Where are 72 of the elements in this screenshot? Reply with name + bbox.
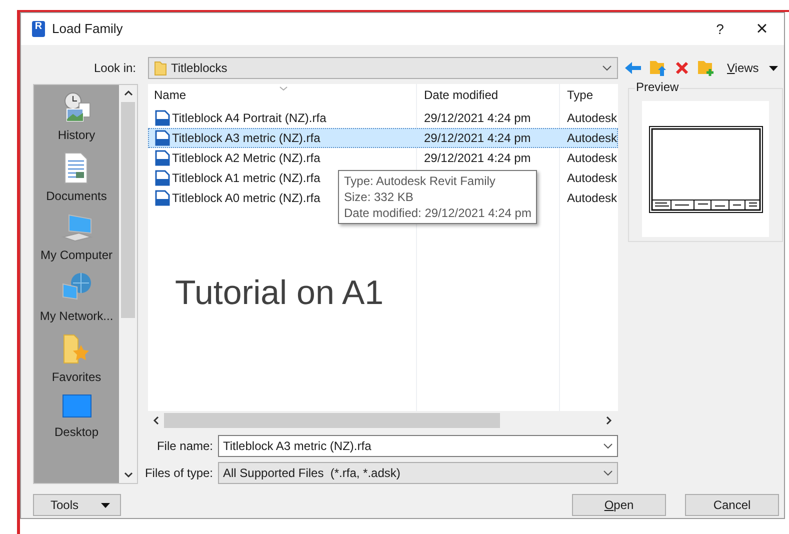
file-type: Autodesk bbox=[567, 191, 618, 205]
caret-icon bbox=[100, 502, 110, 508]
date-modified: 29/12/2021 4:24 pm bbox=[424, 131, 531, 145]
scroll-left-icon[interactable] bbox=[153, 416, 159, 425]
folder-icon bbox=[154, 60, 167, 76]
file-name[interactable]: Titleblock A0 metric (NZ).rfa bbox=[172, 189, 320, 207]
open-button[interactable]: Open bbox=[572, 494, 666, 516]
chevron-down-icon bbox=[603, 470, 613, 476]
scroll-thumb[interactable] bbox=[121, 102, 135, 318]
column-header[interactable]: Name bbox=[148, 86, 417, 104]
scroll-up-icon[interactable] bbox=[124, 90, 132, 96]
scroll-thumb[interactable] bbox=[164, 413, 500, 428]
chevron-down-icon bbox=[602, 65, 612, 71]
file-icon bbox=[155, 130, 170, 146]
places-item[interactable]: Desktop bbox=[54, 394, 99, 441]
places-item[interactable]: History bbox=[58, 91, 96, 144]
file-type: Autodesk bbox=[567, 151, 618, 165]
folder-star-icon bbox=[62, 333, 90, 365]
cancel-button[interactable]: Cancel bbox=[685, 494, 779, 516]
file-icon bbox=[155, 150, 170, 166]
preview-label: Preview bbox=[635, 80, 680, 94]
places-item[interactable]: Documents bbox=[46, 152, 107, 205]
places-item[interactable]: My Computer bbox=[40, 213, 113, 264]
app-icon: R bbox=[32, 21, 45, 37]
caret-icon bbox=[768, 66, 778, 70]
scroll-right-icon[interactable] bbox=[606, 416, 612, 425]
vertical-scrollbar[interactable] bbox=[119, 85, 137, 483]
tooltip-line: Size: 332 KB bbox=[344, 189, 414, 205]
computer-icon bbox=[60, 213, 92, 243]
file-name[interactable]: Titleblock A2 Metric (NZ).rfa bbox=[172, 149, 320, 167]
close-button[interactable]: × bbox=[740, 15, 784, 43]
column-header[interactable]: Date modified bbox=[417, 86, 560, 104]
help-button[interactable]: ? bbox=[700, 15, 740, 43]
file-icon bbox=[155, 110, 170, 126]
chevron-down-icon bbox=[603, 443, 613, 449]
file-icon bbox=[155, 170, 170, 186]
desktop-icon bbox=[62, 394, 92, 420]
back-arrow-icon[interactable] bbox=[625, 61, 641, 75]
date-modified: 29/12/2021 4:24 pm bbox=[424, 111, 531, 125]
date-modified: 29/12/2021 4:24 pm bbox=[424, 151, 531, 165]
look-in-value: Titleblocks bbox=[171, 60, 228, 77]
tooltip-line: Type: Autodesk Revit Family bbox=[344, 173, 496, 189]
annotation-text: Tutorial on A1 bbox=[175, 273, 384, 314]
file-icon bbox=[155, 190, 170, 206]
look-in-dropdown[interactable]: Titleblocks bbox=[148, 57, 618, 79]
delete-icon[interactable] bbox=[675, 61, 689, 75]
file-name-field[interactable]: Titleblock A3 metric (NZ).rfa bbox=[218, 435, 618, 457]
tooltip-line: Date modified: 29/12/2021 4:24 pm bbox=[344, 205, 532, 221]
places-item[interactable]: Favorites bbox=[52, 333, 102, 386]
file-name-value: Titleblock A3 metric (NZ).rfa bbox=[223, 438, 372, 455]
views-button[interactable]: Views bbox=[723, 59, 778, 77]
tools-button[interactable]: Tools bbox=[33, 494, 121, 516]
file-name[interactable]: Titleblock A1 metric (NZ).rfa bbox=[172, 169, 320, 187]
scroll-down-icon[interactable] bbox=[124, 472, 132, 478]
file-type-value: All Supported Files (*.rfa, *.adsk) bbox=[223, 465, 402, 482]
file-name[interactable]: Titleblock A4 Portrait (NZ).rfa bbox=[172, 109, 326, 127]
document-icon bbox=[64, 152, 88, 184]
file-type: Autodesk bbox=[567, 111, 618, 125]
new-folder-icon[interactable] bbox=[697, 59, 715, 77]
file-type-label: Files of type: bbox=[144, 465, 214, 482]
file-name[interactable]: Titleblock A3 metric (NZ).rfa bbox=[172, 129, 320, 147]
selected-file-row[interactable]: Titleblock A3 metric (NZ).rfa 29/12/2021 4:24 pm Autodesk bbox=[148, 128, 618, 148]
file-type: Autodesk bbox=[567, 171, 618, 185]
file-name-label: File name: bbox=[156, 438, 214, 455]
column-header[interactable]: Type bbox=[560, 86, 618, 104]
folder-up-icon[interactable] bbox=[649, 59, 667, 77]
window-title: Load Family bbox=[52, 20, 123, 38]
places-item[interactable]: My Network... bbox=[40, 272, 114, 325]
sort-chevron-icon bbox=[279, 86, 288, 91]
file-type-dropdown[interactable]: All Supported Files (*.rfa, *.adsk) bbox=[218, 462, 618, 484]
file-type: Autodesk bbox=[567, 131, 618, 145]
look-in-label: Look in: bbox=[92, 60, 137, 77]
